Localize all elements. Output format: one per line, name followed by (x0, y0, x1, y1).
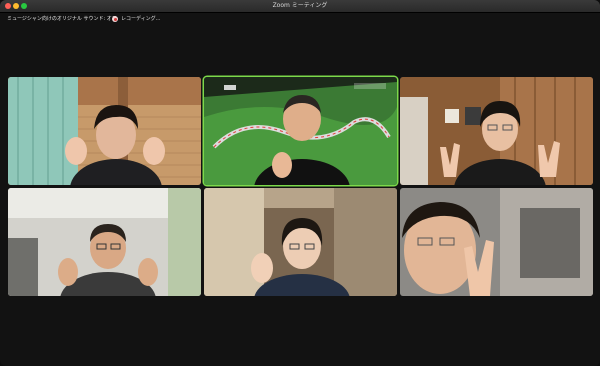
participant-video (204, 188, 397, 296)
participant-video (8, 77, 201, 185)
recording-status[interactable]: レコーディング... (112, 13, 160, 25)
window-title: Zoom ミーティング (272, 2, 328, 9)
participant-video (400, 188, 593, 296)
participant-video (8, 188, 201, 296)
title-bar: Zoom ミーティング (0, 0, 600, 13)
participant-video-tile-active-speaker[interactable] (204, 77, 397, 185)
recording-label: レコーディング... (121, 16, 161, 22)
participant-video (400, 77, 593, 185)
original-sound-status[interactable]: ミュージシャン向けのオリジナル サウンド: オフ (7, 13, 117, 25)
meeting-status-bar: ミュージシャン向けのオリジナル サウンド: オフ レコーディング... (0, 13, 600, 25)
participant-video-tile[interactable] (8, 77, 201, 185)
zoom-window: Zoom ミーティング ミュージシャン向けのオリジナル サウンド: オフ レコー… (0, 0, 600, 366)
participant-video-tile[interactable] (400, 77, 593, 185)
participant-video-tile[interactable] (204, 188, 397, 296)
participant-video-tile[interactable] (8, 188, 201, 296)
participant-video (204, 77, 397, 185)
recording-icon (112, 16, 118, 22)
participant-video-tile[interactable] (400, 188, 593, 296)
